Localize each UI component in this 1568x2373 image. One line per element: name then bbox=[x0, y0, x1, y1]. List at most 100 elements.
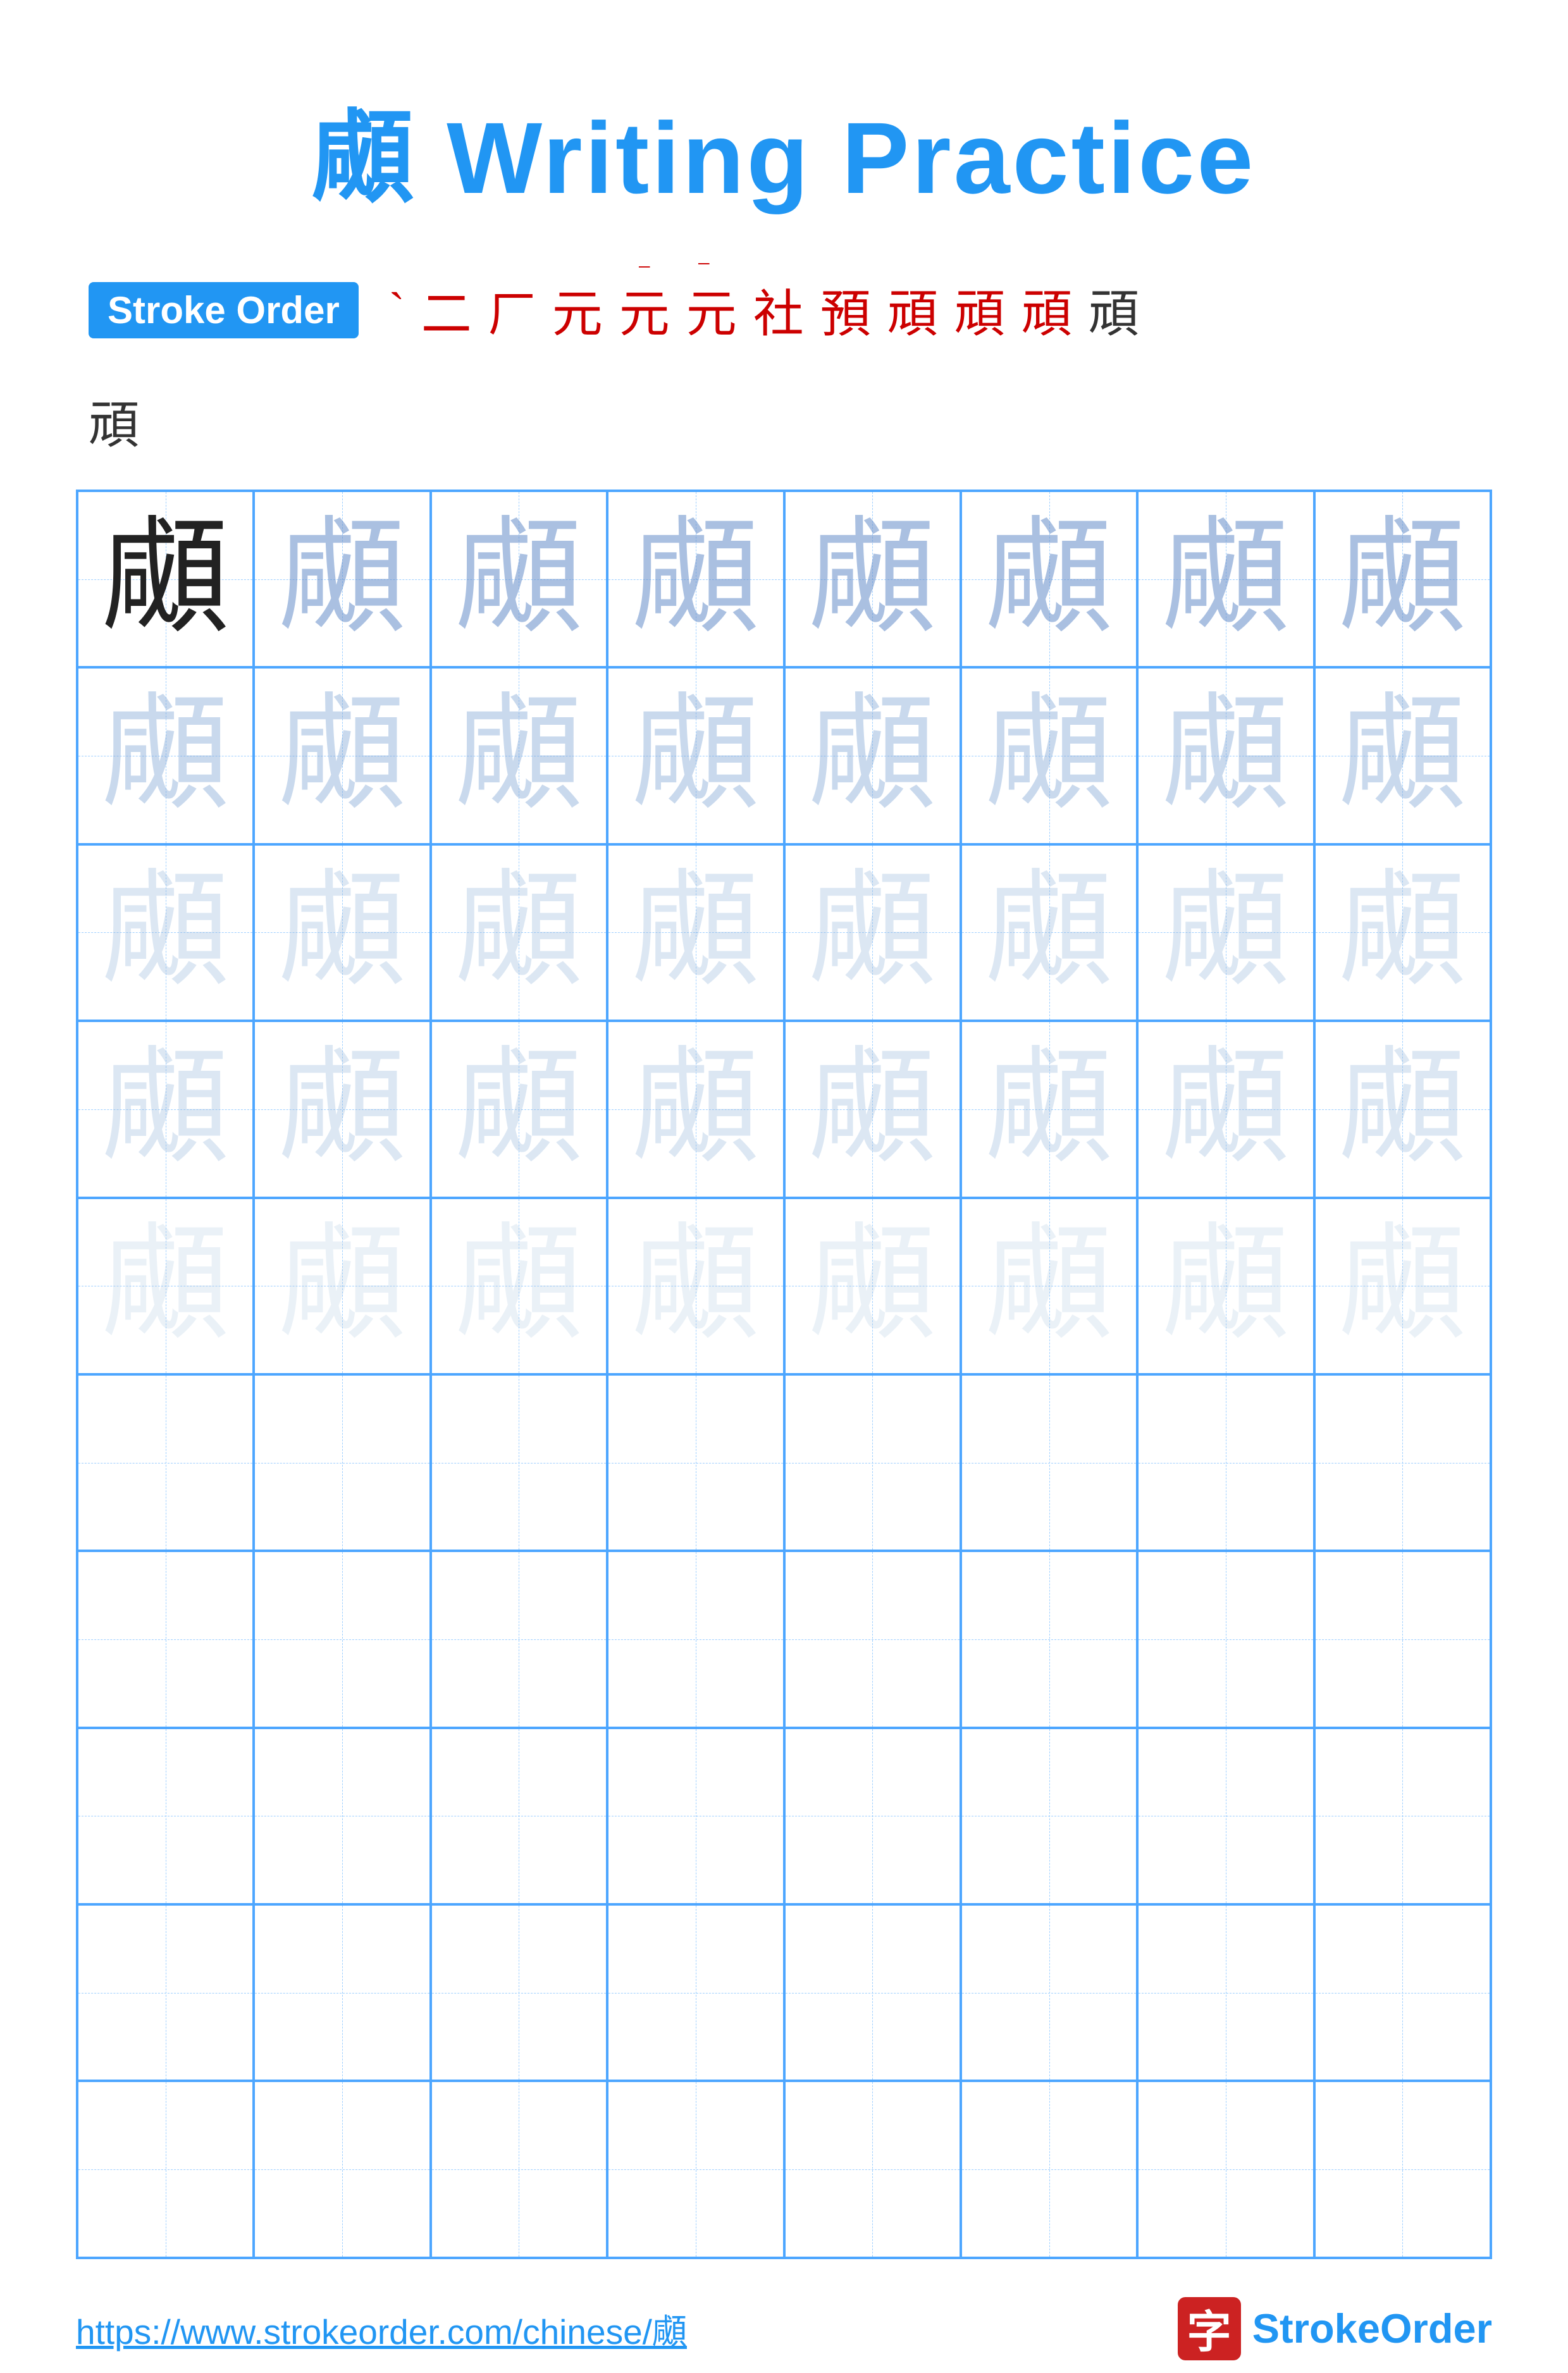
footer-url[interactable]: https://www.strokeorder.com/chinese/顑 bbox=[76, 2303, 687, 2354]
practice-char-light: 顑 bbox=[633, 1046, 759, 1173]
grid-cell-empty[interactable] bbox=[1137, 1904, 1314, 2081]
grid-cell-empty[interactable] bbox=[784, 1374, 961, 1551]
grid-cell: 顑 bbox=[607, 1021, 784, 1197]
grid-cell-empty[interactable] bbox=[1314, 1551, 1491, 1727]
practice-char-light: 顑 bbox=[279, 1223, 405, 1349]
grid-cell: 顑 bbox=[607, 491, 784, 667]
grid-cell-empty[interactable] bbox=[1314, 1374, 1491, 1551]
grid-cell-empty[interactable] bbox=[961, 2081, 1137, 2257]
grid-cell-empty[interactable] bbox=[1137, 1551, 1314, 1727]
practice-char-light: 顑 bbox=[102, 693, 229, 819]
practice-char-light: 顑 bbox=[1339, 869, 1466, 995]
grid-cell: 顑 bbox=[1314, 491, 1491, 667]
grid-cell-empty[interactable] bbox=[1314, 2081, 1491, 2257]
practice-char-light: 顑 bbox=[279, 516, 405, 643]
grid-cell-empty[interactable] bbox=[431, 1551, 607, 1727]
footer-logo-text: StrokeOrder bbox=[1252, 2305, 1492, 2352]
stroke-12: 頑 bbox=[1089, 273, 1139, 347]
practice-grid: 顑 顑 顑 顑 顑 顑 顑 顑 bbox=[76, 490, 1492, 2259]
grid-cell-empty[interactable] bbox=[254, 1728, 430, 1904]
grid-cell: 顑 bbox=[961, 844, 1137, 1021]
grid-cell-empty[interactable] bbox=[607, 1374, 784, 1551]
grid-cell-empty[interactable] bbox=[961, 1904, 1137, 2081]
grid-cell: 顑 bbox=[77, 1021, 254, 1197]
grid-cell-empty[interactable] bbox=[254, 1904, 430, 2081]
grid-cell-empty[interactable] bbox=[784, 1551, 961, 1727]
grid-cell-empty[interactable] bbox=[607, 1904, 784, 2081]
grid-cell-empty[interactable] bbox=[77, 1728, 254, 1904]
practice-char-light: 顑 bbox=[633, 516, 759, 643]
grid-row-5: 顑 顑 顑 顑 顑 顑 顑 顑 bbox=[77, 1198, 1491, 1374]
grid-cell: 顑 bbox=[1314, 667, 1491, 844]
stroke-7: 社 bbox=[753, 273, 804, 347]
grid-cell-empty[interactable] bbox=[254, 2081, 430, 2257]
grid-cell: 顑 bbox=[961, 1198, 1137, 1374]
logo-text-stroke: Stroke bbox=[1252, 2305, 1380, 2351]
grid-cell: 顑 bbox=[431, 491, 607, 667]
practice-char-light: 顑 bbox=[986, 1223, 1113, 1349]
grid-cell: 顑 bbox=[961, 1021, 1137, 1197]
grid-cell-empty[interactable] bbox=[1137, 1728, 1314, 1904]
grid-row-10 bbox=[77, 2081, 1491, 2257]
practice-char-light: 顑 bbox=[986, 1046, 1113, 1173]
grid-cell: 顑 bbox=[77, 667, 254, 844]
practice-char-light: 顑 bbox=[1163, 516, 1289, 643]
practice-char-light: 顑 bbox=[986, 516, 1113, 643]
grid-cell-empty[interactable] bbox=[1137, 1374, 1314, 1551]
grid-cell-empty[interactable] bbox=[431, 1728, 607, 1904]
practice-char-light: 顑 bbox=[1339, 1223, 1466, 1349]
grid-cell-empty[interactable] bbox=[77, 1551, 254, 1727]
grid-cell-empty[interactable] bbox=[607, 2081, 784, 2257]
grid-cell: 顑 bbox=[254, 1198, 430, 1374]
grid-cell-empty[interactable] bbox=[254, 1374, 430, 1551]
stroke-3: 厂 bbox=[488, 276, 536, 345]
grid-row-9 bbox=[77, 1904, 1491, 2081]
grid-cell: 顑 bbox=[607, 1198, 784, 1374]
grid-cell: 顑 bbox=[431, 667, 607, 844]
grid-cell-empty[interactable] bbox=[784, 1904, 961, 2081]
grid-cell-empty[interactable] bbox=[254, 1551, 430, 1727]
footer: https://www.strokeorder.com/chinese/顑 字 … bbox=[76, 2259, 1492, 2373]
grid-cell: 顑 bbox=[784, 1021, 961, 1197]
grid-cell-empty[interactable] bbox=[1314, 1904, 1491, 2081]
stroke-sequence: ` 二 厂 元 元̅ 元̅̅ 社 預 頑 頑 頑 頑 bbox=[384, 273, 1144, 347]
practice-char-light: 顑 bbox=[455, 869, 582, 995]
grid-row-3: 顑 顑 顑 顑 顑 顑 顑 顑 bbox=[77, 844, 1491, 1021]
practice-char-dark: 顑 bbox=[102, 516, 229, 643]
stroke-1: ` bbox=[389, 283, 405, 337]
grid-cell-empty[interactable] bbox=[961, 1374, 1137, 1551]
stroke-order-line2: 頑 bbox=[76, 385, 1492, 458]
practice-char-light: 顑 bbox=[1163, 1046, 1289, 1173]
footer-logo: 字 StrokeOrder bbox=[1178, 2297, 1492, 2360]
grid-cell-empty[interactable] bbox=[961, 1551, 1137, 1727]
practice-char-light: 顑 bbox=[455, 1046, 582, 1173]
grid-cell: 顑 bbox=[77, 844, 254, 1021]
grid-cell-empty[interactable] bbox=[1137, 2081, 1314, 2257]
practice-char-light: 顑 bbox=[279, 1046, 405, 1173]
grid-cell-empty[interactable] bbox=[431, 2081, 607, 2257]
grid-cell: 顑 bbox=[1137, 667, 1314, 844]
grid-cell-empty[interactable] bbox=[77, 2081, 254, 2257]
grid-cell-empty[interactable] bbox=[607, 1728, 784, 1904]
grid-cell: 顑 bbox=[431, 844, 607, 1021]
stroke-6: 元̅̅ bbox=[686, 273, 737, 347]
stroke-2: 二 bbox=[421, 273, 472, 347]
grid-row-6 bbox=[77, 1374, 1491, 1551]
grid-cell-empty[interactable] bbox=[77, 1904, 254, 2081]
grid-row-2: 顑 顑 顑 顑 顑 顑 顑 顑 bbox=[77, 667, 1491, 844]
grid-cell: 顑 bbox=[1137, 1021, 1314, 1197]
grid-cell-empty[interactable] bbox=[607, 1551, 784, 1727]
practice-char-light: 顑 bbox=[809, 516, 935, 643]
stroke-5: 元̅ bbox=[619, 273, 670, 347]
grid-cell: 顑 bbox=[607, 844, 784, 1021]
grid-cell-empty[interactable] bbox=[784, 2081, 961, 2257]
grid-cell: 顑 bbox=[784, 491, 961, 667]
grid-cell-empty[interactable] bbox=[431, 1374, 607, 1551]
grid-cell-empty[interactable] bbox=[961, 1728, 1137, 1904]
grid-cell-empty[interactable] bbox=[784, 1728, 961, 1904]
grid-cell-empty[interactable] bbox=[77, 1374, 254, 1551]
grid-cell: 顑 bbox=[1314, 844, 1491, 1021]
grid-row-8 bbox=[77, 1728, 1491, 1904]
grid-cell-empty[interactable] bbox=[1314, 1728, 1491, 1904]
grid-cell-empty[interactable] bbox=[431, 1904, 607, 2081]
